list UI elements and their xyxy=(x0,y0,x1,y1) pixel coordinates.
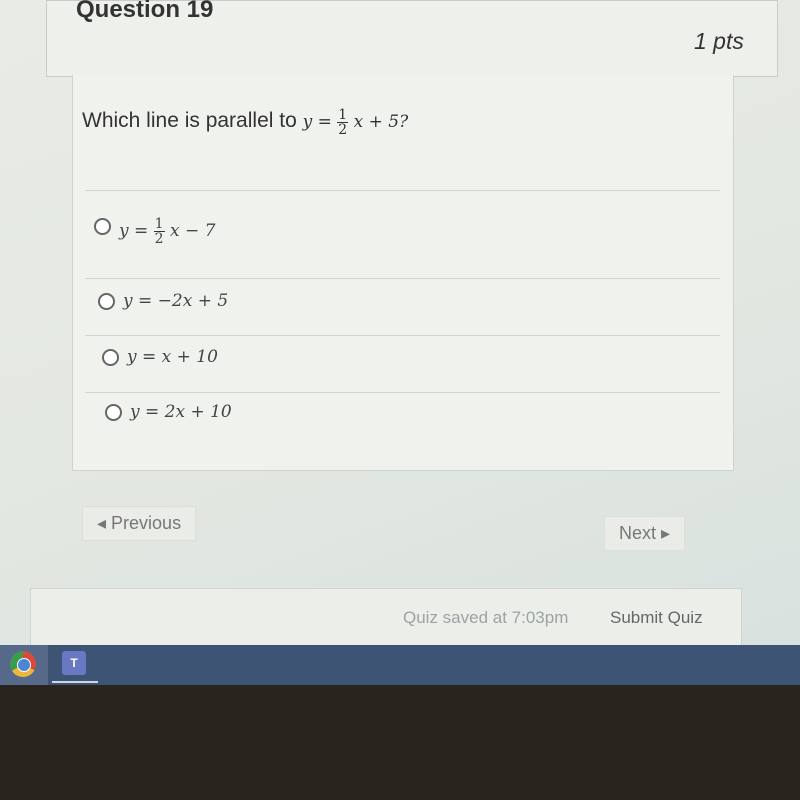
submit-quiz-button[interactable]: Submit Quiz xyxy=(610,608,703,628)
radio-button[interactable] xyxy=(94,218,111,235)
next-button[interactable]: Next ▸ xyxy=(604,516,686,551)
quiz-saved-status: Quiz saved at 7:03pm xyxy=(403,608,569,627)
answer-option-3[interactable]: y = x + 10 xyxy=(102,347,218,367)
divider xyxy=(85,190,720,191)
chrome-icon[interactable] xyxy=(10,651,36,677)
radio-button[interactable] xyxy=(98,292,115,310)
fraction: 12 xyxy=(153,216,165,247)
previous-button[interactable]: ◂ Previous xyxy=(82,506,197,541)
answer-option-4[interactable]: y = 2x + 10 xyxy=(105,402,232,422)
active-app-indicator xyxy=(52,681,98,683)
question-equation: y = 12 x + 5? xyxy=(302,107,409,138)
question-prompt: Which line is parallel to y = 12 x + 5? xyxy=(82,107,409,138)
question-points: 1 pts xyxy=(694,28,744,54)
teams-icon[interactable]: T xyxy=(62,651,86,675)
answer-option-1[interactable]: y = 12 x − 7 xyxy=(94,207,215,246)
taskbar xyxy=(0,645,800,685)
divider xyxy=(85,335,720,336)
radio-button[interactable] xyxy=(102,348,119,366)
fraction: 12 xyxy=(337,107,349,138)
divider xyxy=(85,392,720,393)
radio-button[interactable] xyxy=(105,403,122,421)
question-title: Question 19 xyxy=(76,0,214,23)
divider xyxy=(85,278,720,279)
answer-option-2[interactable]: y = −2x + 5 xyxy=(98,291,228,311)
